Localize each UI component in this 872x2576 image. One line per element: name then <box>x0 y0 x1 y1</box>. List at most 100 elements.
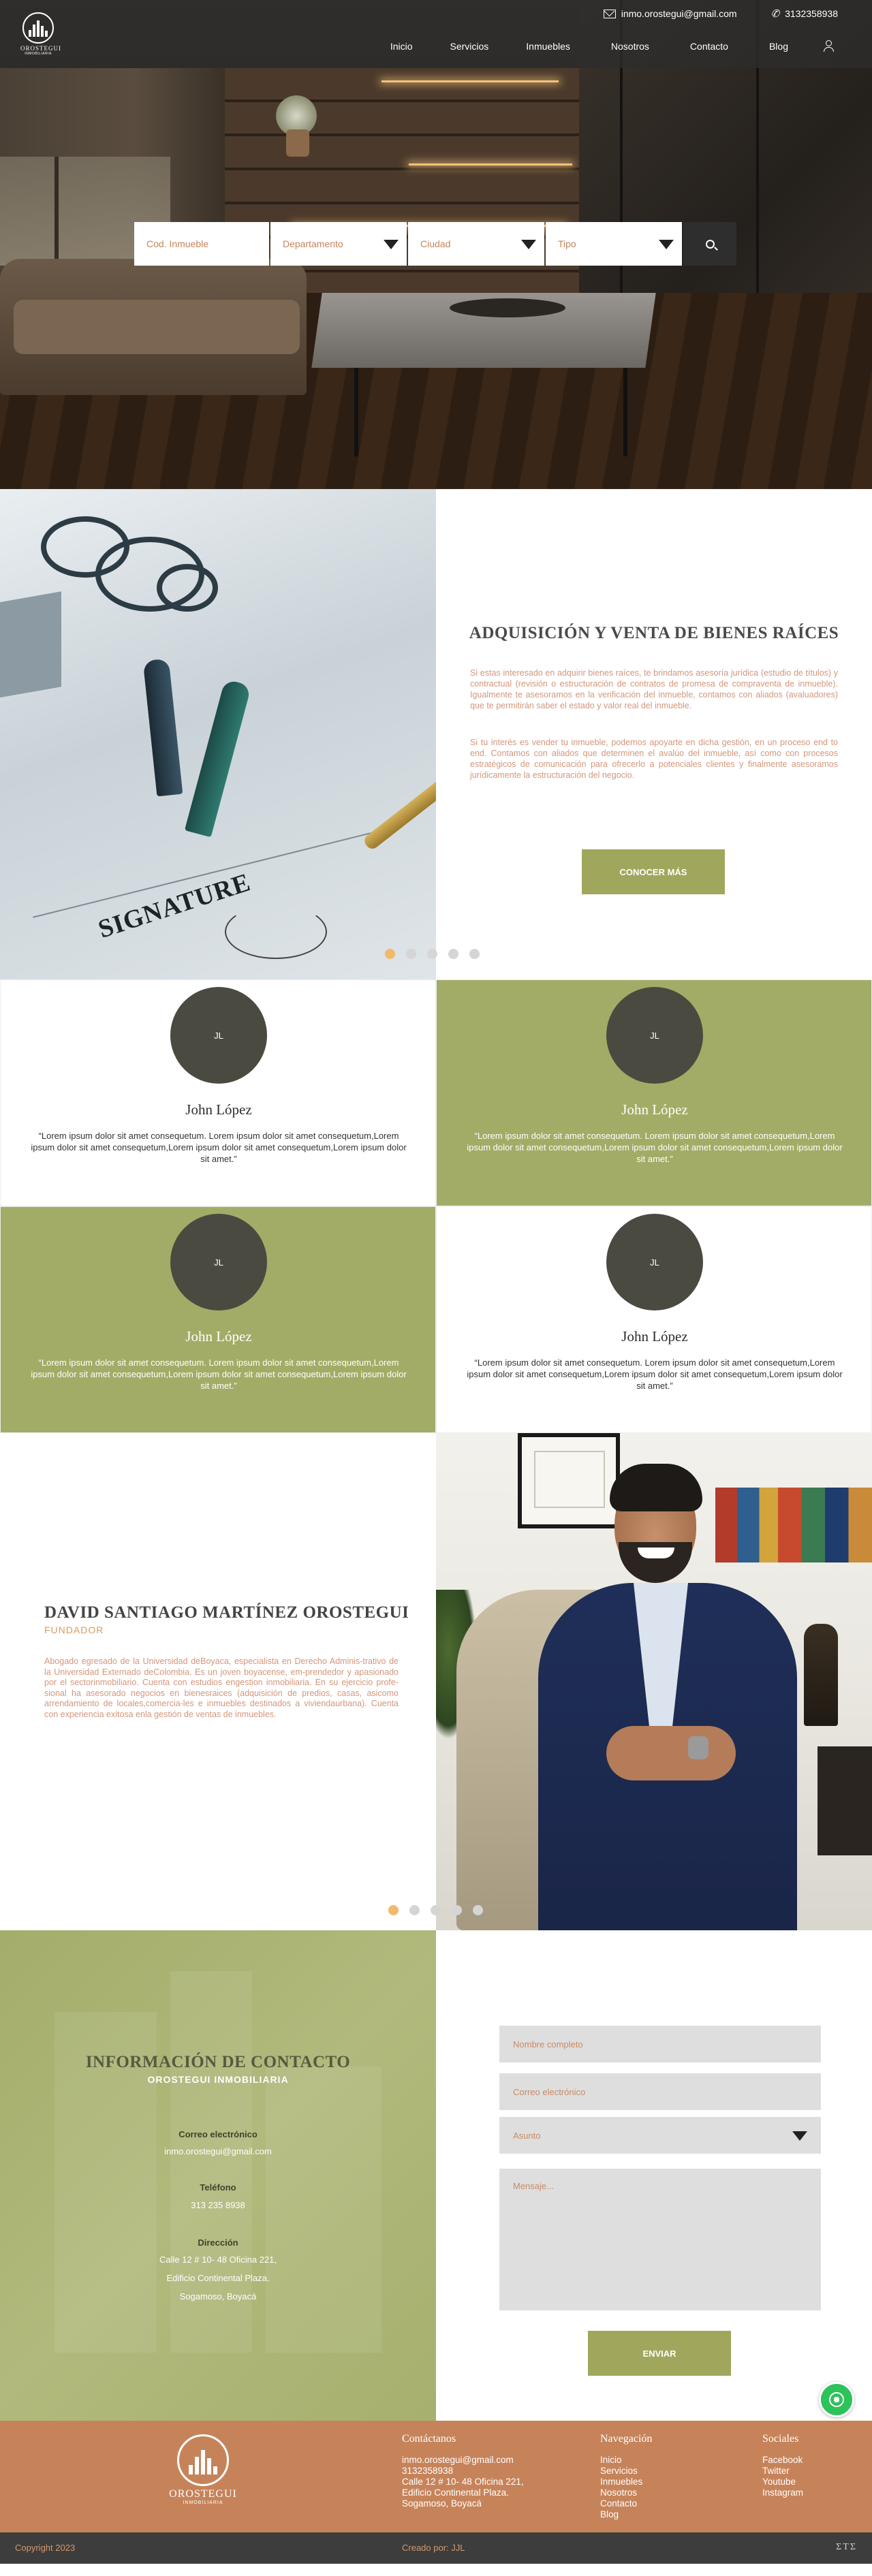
footer-logo-name: OROSTEGUI <box>169 2488 237 2500</box>
user-icon[interactable] <box>822 40 835 52</box>
footer-nav-column: Navegación Inicio Servicios Inmuebles No… <box>600 2433 652 2520</box>
copyright: Copyright 2023 <box>15 2543 76 2553</box>
message-placeholder: Mensaje... <box>513 2181 554 2191</box>
founder-carousel-dots <box>388 1905 483 1915</box>
footer-link-facebook[interactable]: Facebook <box>762 2455 803 2466</box>
footer-link-inmuebles[interactable]: Inmuebles <box>600 2477 652 2487</box>
carousel-dot[interactable] <box>385 949 395 959</box>
testimonial-card: JL John López “Lorem ipsum dolor sit ame… <box>436 979 872 1206</box>
email-input[interactable]: Correo electrónico <box>499 2073 821 2110</box>
address-line: Edificio Continental Plaza. <box>166 2273 270 2283</box>
message-textarea[interactable]: Mensaje... <box>499 2169 821 2310</box>
city-select-label: Ciudad <box>420 238 451 249</box>
footer-link-twitter[interactable]: Twitter <box>762 2466 803 2477</box>
nav-nosotros[interactable]: Nosotros <box>611 41 649 52</box>
carousel-dot[interactable] <box>469 949 480 959</box>
service-text-panel: ADQUISICIÓN Y VENTA DE BIENES RAÍCES Si … <box>436 489 872 979</box>
property-code-placeholder: Cod. Inmueble <box>146 238 209 249</box>
carousel-dot[interactable] <box>427 949 437 959</box>
learn-more-button[interactable]: CONOCER MÁS <box>582 849 725 894</box>
phone-label: Teléfono <box>200 2182 236 2193</box>
testimonial-card: JL John López “Lorem ipsum dolor sit ame… <box>436 1206 872 1433</box>
address-line: Sogamoso, Boyacá <box>179 2291 257 2302</box>
city-select[interactable]: Ciudad <box>408 222 544 266</box>
full-name-input[interactable]: Nombre completo <box>499 2026 821 2062</box>
nav-inicio[interactable]: Inicio <box>390 41 413 52</box>
footer-link-inicio[interactable]: Inicio <box>600 2455 652 2466</box>
testimonial-name: John López <box>621 1328 688 1345</box>
key-dark <box>142 658 183 797</box>
footer-link-nosotros[interactable]: Nosotros <box>600 2487 652 2498</box>
logo-emblem-icon <box>177 2434 229 2486</box>
email-label: Correo electrónico <box>178 2129 258 2139</box>
avatar: JL <box>606 987 703 1084</box>
carousel-dot[interactable] <box>388 1905 399 1915</box>
full-name-placeholder: Nombre completo <box>513 2039 583 2049</box>
footer-link-servicios[interactable]: Servicios <box>600 2466 652 2477</box>
testimonial-quote: “Lorem ipsum dolor sit amet consequetum.… <box>467 1131 843 1164</box>
address-label: Dirección <box>198 2237 238 2248</box>
key-green <box>184 678 252 838</box>
footer-logo[interactable]: OROSTEGUI INMOBILIARIA <box>166 2434 240 2505</box>
nav-servicios[interactable]: Servicios <box>450 41 489 52</box>
testimonial-quote: “Lorem ipsum dolor sit amet consequetum.… <box>31 1131 407 1164</box>
service-paragraph: Si estas interesado en adquirir bienes r… <box>470 668 838 710</box>
carousel-dot[interactable] <box>406 949 416 959</box>
footer-contact-line: Sogamoso, Boyacá <box>402 2498 482 2509</box>
footer-logo-subtitle: INMOBILIARIA <box>183 2500 223 2505</box>
footer-contact-title: Contáctanos <box>402 2433 456 2445</box>
footer-contact-line[interactable]: 3132358938 <box>402 2466 524 2477</box>
site-logo[interactable]: OROSTEGUI INMOBILIARIA <box>20 12 61 56</box>
footer-nav-title: Navegación <box>600 2433 653 2445</box>
footer-contact-line[interactable]: inmo.orostegui@gmail.com <box>402 2455 524 2466</box>
testimonial-card: JL John López “Lorem ipsum dolor sit ame… <box>0 1206 436 1433</box>
property-code-input[interactable]: Cod. Inmueble <box>134 222 269 266</box>
developer-mark: ΣΤΣ <box>836 2542 857 2552</box>
carousel-dot[interactable] <box>452 1905 462 1915</box>
testimonials-section: JL John López “Lorem ipsum dolor sit ame… <box>0 979 872 1433</box>
key-ring <box>157 564 218 612</box>
hero-light-strip <box>382 80 559 82</box>
footer-link-blog[interactable]: Blog <box>600 2509 652 2520</box>
testimonial-quote: “Lorem ipsum dolor sit amet consequetum.… <box>467 1357 843 1391</box>
type-select-label: Tipo <box>558 238 576 249</box>
send-button[interactable]: ENVIAR <box>588 2331 731 2376</box>
contact-email[interactable]: inmo.orostegui@gmail.com <box>0 2142 436 2161</box>
subject-select[interactable]: Asunto <box>499 2117 821 2154</box>
whatsapp-button[interactable] <box>819 2382 854 2417</box>
service-title: ADQUISICIÓN Y VENTA DE BIENES RAÍCES <box>469 624 839 642</box>
carousel-dot[interactable] <box>409 1905 420 1915</box>
type-select[interactable]: Tipo <box>546 222 682 266</box>
nav-blog[interactable]: Blog <box>769 41 788 52</box>
subject-label: Asunto <box>513 2130 541 2141</box>
header-phone[interactable]: ✆ 3132358938 <box>771 8 838 19</box>
footer-link-youtube[interactable]: Youtube <box>762 2477 803 2487</box>
testimonial-quote: “Lorem ipsum dolor sit amet consequetum.… <box>31 1357 407 1391</box>
search-button[interactable] <box>683 222 736 266</box>
caret-down-icon <box>792 2131 807 2141</box>
header-email[interactable]: inmo.orostegui@gmail.com <box>603 8 737 19</box>
carousel-dot[interactable] <box>448 949 458 959</box>
carousel-dot[interactable] <box>431 1905 441 1915</box>
footer-link-contacto[interactable]: Contacto <box>600 2498 652 2509</box>
hero-table-leg <box>623 368 627 456</box>
nav-contacto[interactable]: Contacto <box>690 41 728 52</box>
hero-sofa <box>0 259 307 395</box>
founder-name: DAVID SANTIAGO MARTÍNEZ OROSTEGUI <box>44 1603 409 1622</box>
search-icon <box>705 239 715 249</box>
site-footer: OROSTEGUI INMOBILIARIA Contáctanos inmo.… <box>0 2421 872 2532</box>
founder-role: FUNDADOR <box>44 1624 104 1635</box>
footer-link-instagram[interactable]: Instagram <box>762 2487 803 2498</box>
service-carousel-dots <box>385 949 480 959</box>
avatar: JL <box>170 1214 267 1310</box>
nav-inmuebles[interactable]: Inmuebles <box>526 41 570 52</box>
top-navigation-bar: OROSTEGUI INMOBILIARIA inmo.orostegui@gm… <box>0 0 872 68</box>
contact-section: INFORMACIÓN DE CONTACTO OROSTEGUI INMOBI… <box>0 1930 872 2421</box>
bottom-bar: Copyright 2023 Creado por: JJL ΣΤΣ <box>0 2532 872 2564</box>
department-select[interactable]: Departamento <box>270 222 407 266</box>
contact-phone[interactable]: 313 235 8938 <box>0 2196 436 2214</box>
mail-icon <box>603 9 616 18</box>
carousel-dot[interactable] <box>473 1905 483 1915</box>
service-paragraph: Si tu interés es vender tu inmueble, pod… <box>470 738 838 780</box>
founder-hands <box>606 1726 736 1780</box>
